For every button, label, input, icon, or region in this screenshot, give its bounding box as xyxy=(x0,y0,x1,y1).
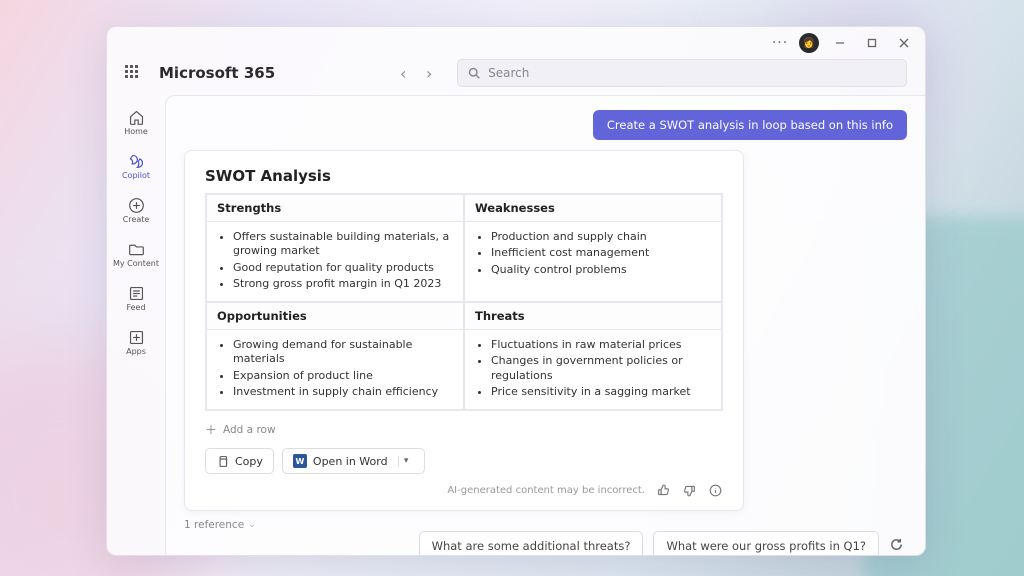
search-placeholder: Search xyxy=(488,66,529,80)
rail-item-mycontent[interactable]: My Content xyxy=(112,233,160,275)
minimize-button[interactable] xyxy=(829,32,851,54)
swot-strengths-header: Strengths xyxy=(207,195,463,222)
list-item: Price sensitivity in a sagging market xyxy=(491,385,713,399)
close-button[interactable] xyxy=(893,32,915,54)
suggestion-chip[interactable]: What are some additional threats? xyxy=(419,531,644,555)
references-label: 1 reference xyxy=(184,519,244,531)
more-options-icon[interactable]: ··· xyxy=(771,35,789,51)
rail-label: Copilot xyxy=(122,171,150,180)
info-icon[interactable] xyxy=(707,482,723,498)
rail-item-apps[interactable]: Apps xyxy=(112,321,160,363)
copy-button[interactable]: Copy xyxy=(205,448,274,474)
maximize-button[interactable] xyxy=(861,32,883,54)
list-item: Fluctuations in raw material prices xyxy=(491,338,713,352)
chat-main: Create a SWOT analysis in loop based on … xyxy=(165,95,925,555)
list-item: Changes in government policies or regula… xyxy=(491,354,713,383)
swot-weaknesses-list: Production and supply chain Inefficient c… xyxy=(473,230,713,277)
nav-rail: Home Copilot Create My Content Feed Apps xyxy=(107,95,165,555)
suggestion-chip[interactable]: What were our gross profits in Q1? xyxy=(653,531,879,555)
create-icon xyxy=(127,197,145,215)
swot-threats-list: Fluctuations in raw material prices Chang… xyxy=(473,338,713,399)
swot-table: Strengths Offers sustainable building ma… xyxy=(205,193,723,411)
response-card: SWOT Analysis Strengths Offers sustainab… xyxy=(184,150,744,511)
copy-icon xyxy=(216,455,229,468)
word-icon xyxy=(293,454,307,468)
rail-item-create[interactable]: Create xyxy=(112,189,160,231)
open-word-label: Open in Word xyxy=(313,455,388,468)
card-title: SWOT Analysis xyxy=(205,167,723,185)
suggestion-row: What are some additional threats? What w… xyxy=(184,531,907,555)
references-toggle[interactable]: 1 reference ⌄ xyxy=(184,519,907,531)
thumbs-down-icon[interactable] xyxy=(681,482,697,498)
home-icon xyxy=(127,109,145,127)
chevron-down-icon: ⌄ xyxy=(248,520,256,530)
thumbs-up-icon[interactable] xyxy=(655,482,671,498)
refresh-suggestions-icon[interactable] xyxy=(889,537,907,555)
rail-label: My Content xyxy=(113,259,159,268)
nav-forward-icon[interactable]: › xyxy=(419,63,439,83)
plus-icon: ＋ xyxy=(205,421,217,438)
app-launcher-icon[interactable] xyxy=(125,65,141,81)
swot-threats-header: Threats xyxy=(465,303,721,330)
copilot-icon xyxy=(127,153,145,171)
app-window: ··· 👩 Microsoft 365 ‹ › Search Home xyxy=(106,26,926,556)
rail-item-home[interactable]: Home xyxy=(112,101,160,143)
nav-back-icon[interactable]: ‹ xyxy=(393,63,413,83)
swot-opportunities-list: Growing demand for sustainable materials… xyxy=(215,338,455,399)
list-item: Offers sustainable building materials, a… xyxy=(233,230,455,259)
chevron-down-icon[interactable]: ▾ xyxy=(398,456,414,466)
list-item: Investment in supply chain efficiency xyxy=(233,385,455,399)
avatar[interactable]: 👩 xyxy=(799,33,819,53)
list-item: Production and supply chain xyxy=(491,230,713,244)
brand-label: Microsoft 365 xyxy=(159,64,275,82)
rail-item-copilot[interactable]: Copilot xyxy=(112,145,160,187)
header-row: Microsoft 365 ‹ › Search xyxy=(107,59,925,95)
apps-icon xyxy=(127,329,145,347)
rail-item-feed[interactable]: Feed xyxy=(112,277,160,319)
ai-disclaimer: AI-generated content may be incorrect. xyxy=(447,485,645,496)
list-item: Strong gross profit margin in Q1 2023 xyxy=(233,277,455,291)
search-icon xyxy=(468,67,480,79)
list-item: Inefficient cost management xyxy=(491,246,713,260)
list-item: Growing demand for sustainable materials xyxy=(233,338,455,367)
feed-icon xyxy=(127,285,145,303)
rail-label: Apps xyxy=(126,347,146,356)
rail-label: Home xyxy=(124,127,148,136)
rail-label: Feed xyxy=(126,303,145,312)
list-item: Quality control problems xyxy=(491,263,713,277)
add-row-label: Add a row xyxy=(223,424,276,436)
list-item: Good reputation for quality products xyxy=(233,261,455,275)
user-message-bubble: Create a SWOT analysis in loop based on … xyxy=(593,110,907,140)
list-item: Expansion of product line xyxy=(233,369,455,383)
rail-label: Create xyxy=(123,215,150,224)
swot-opportunities-header: Opportunities xyxy=(207,303,463,330)
swot-strengths-list: Offers sustainable building materials, a… xyxy=(215,230,455,291)
copy-label: Copy xyxy=(235,455,263,468)
titlebar: ··· 👩 xyxy=(107,27,925,59)
folder-icon xyxy=(127,241,145,259)
open-in-word-button[interactable]: Open in Word ▾ xyxy=(282,448,425,474)
add-row-button[interactable]: ＋ Add a row xyxy=(205,421,723,438)
swot-weaknesses-header: Weaknesses xyxy=(465,195,721,222)
search-input[interactable]: Search xyxy=(457,59,907,87)
